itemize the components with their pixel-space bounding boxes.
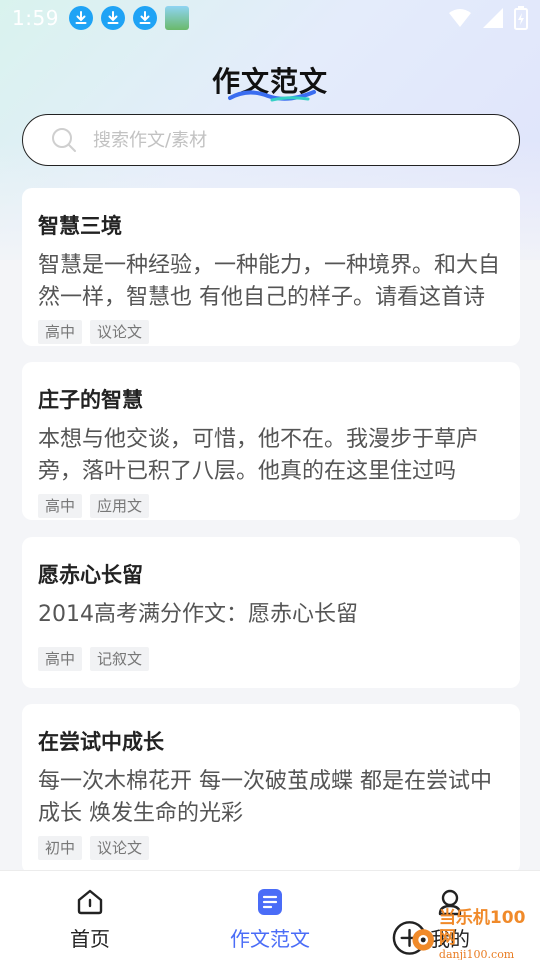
article-excerpt: 每一次木棉花开 每一次破茧成蝶 都是在尝试中成长 焕发生命的光彩: [38, 769, 492, 826]
photo-thumbnail-icon: [164, 6, 189, 30]
article-tags: 初中 议论文: [38, 836, 504, 860]
article-card[interactable]: 庄子的智慧 本想与他交谈，可惜，他不在。我漫步于草庐旁，落叶已积了八层。他真的在…: [22, 362, 520, 520]
title-underline-decoration: [228, 90, 316, 102]
article-excerpt: 2014高考满分作文：愿赤心长留: [38, 602, 358, 627]
article-title: 智慧三境: [38, 214, 122, 238]
nav-item-essays[interactable]: 作文范文: [180, 871, 360, 960]
article-title: 愿赤心长留: [38, 563, 143, 587]
search-icon: [52, 128, 76, 152]
genre-tag: 议论文: [90, 836, 150, 860]
watermark-url: danji100.com: [438, 948, 515, 960]
home-icon: [75, 887, 105, 917]
download-icon: [132, 6, 157, 30]
article-card[interactable]: 愿赤心长留 2014高考满分作文：愿赤心长留 高中 记叙文: [22, 537, 520, 688]
watermark-logo-icon: [392, 921, 434, 955]
document-icon: [255, 887, 285, 917]
download-icon: [68, 6, 93, 30]
grade-tag: 高中: [38, 647, 83, 671]
article-card[interactable]: 智慧三境 智慧是一种经验，一种能力，一种境界。和大自然一样，智慧也 有他自己的样…: [22, 188, 520, 346]
wifi-icon: [449, 9, 471, 27]
genre-tag: 记叙文: [90, 647, 150, 671]
article-tags: 高中 应用文: [38, 494, 504, 518]
status-time: 1:59: [12, 6, 59, 30]
article-title: 在尝试中成长: [38, 730, 164, 754]
article-excerpt: 本想与他交谈，可惜，他不在。我漫步于草庐旁，落叶已积了八层。他真的在这里住过吗: [38, 427, 479, 484]
grade-tag: 初中: [38, 836, 83, 860]
article-title: 庄子的智慧: [38, 388, 143, 412]
grade-tag: 高中: [38, 494, 83, 518]
download-icon: [100, 6, 125, 30]
article-card[interactable]: 在尝试中成长 每一次木棉花开 每一次破茧成蝶 都是在尝试中成长 焕发生命的光彩 …: [22, 704, 520, 874]
status-bar: 1:59: [0, 0, 540, 36]
genre-tag: 议论文: [90, 320, 150, 344]
article-tags: 高中 议论文: [38, 320, 504, 344]
search-input[interactable]: [93, 129, 473, 151]
nav-item-home[interactable]: 首页: [0, 871, 180, 960]
watermark-text: 当乐机100网: [438, 908, 526, 948]
nav-label: 作文范文: [230, 927, 310, 951]
watermark: 当乐机100网 danji100.com: [390, 908, 540, 960]
nav-label: 首页: [70, 927, 110, 951]
article-excerpt: 智慧是一种经验，一种能力，一种境界。和大自然一样，智慧也 有他自己的样子。请看这…: [38, 253, 501, 310]
grade-tag: 高中: [38, 320, 83, 344]
search-bar[interactable]: [22, 114, 520, 166]
battery-charging-icon: [514, 6, 528, 30]
signal-icon: [483, 8, 503, 28]
status-right-group: [448, 6, 528, 30]
genre-tag: 应用文: [90, 494, 150, 518]
article-tags: 高中 记叙文: [38, 647, 504, 671]
